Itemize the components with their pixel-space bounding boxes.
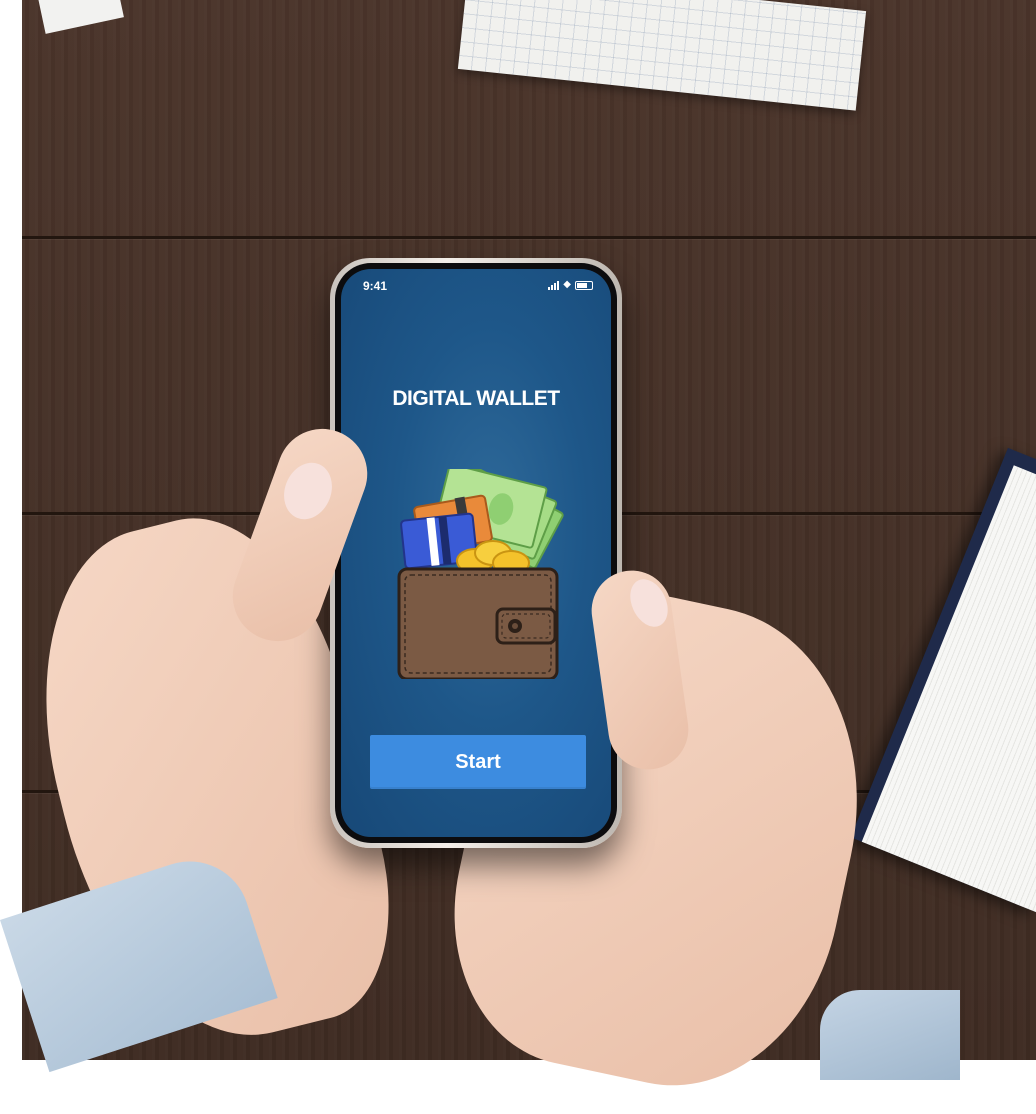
right-sleeve [820,990,960,1080]
status-time: 9:41 [363,279,388,293]
phone-bezel: 9:41 ◆ DIGITAL WALLET Start [335,263,617,843]
paper-corner [36,0,124,34]
notebook-paper [457,0,867,111]
table-plank-seam [22,236,1036,239]
start-button[interactable]: Start [370,735,586,789]
battery-icon [575,280,593,290]
app-title: DIGITAL WALLET [392,387,560,410]
wallet-icon [397,469,564,679]
wifi-icon: ◆ [563,279,571,290]
book-pages [861,465,1036,913]
phone-screen: 9:41 ◆ DIGITAL WALLET Start [341,269,611,837]
smartphone: 9:41 ◆ DIGITAL WALLET Start [330,258,622,848]
status-icons: ◆ [548,280,593,290]
book [850,447,1036,913]
signal-icon [548,280,560,290]
